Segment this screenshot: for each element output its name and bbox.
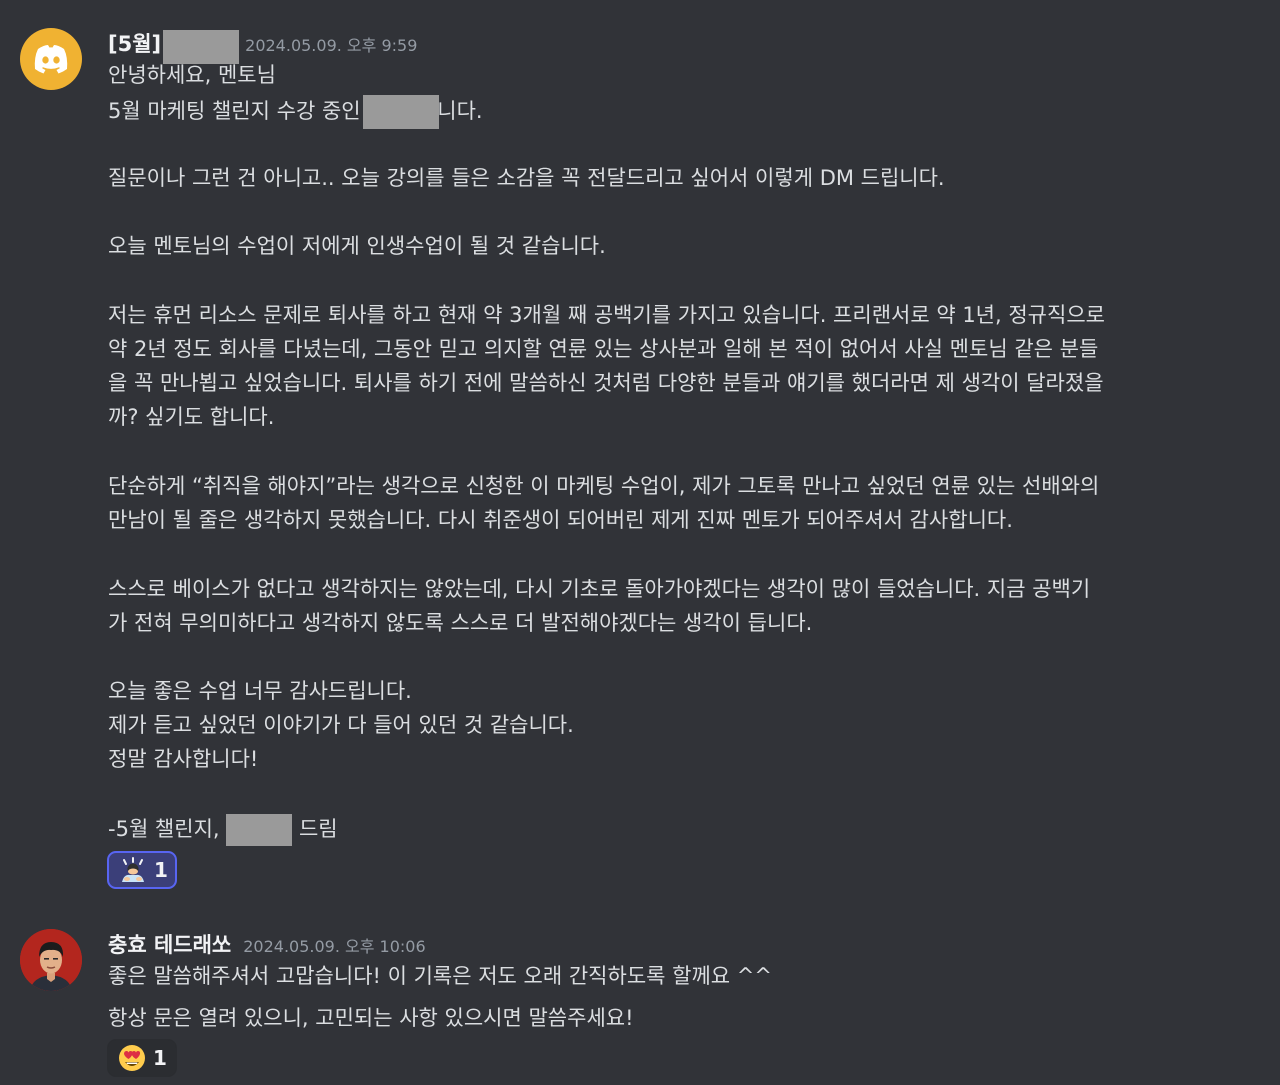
reaction-button[interactable]: 1 (107, 1039, 177, 1077)
message-line: 안녕하세요, 멘토님 (108, 63, 276, 87)
message-line: 단순하게 “취직을 해야지”라는 생각으로 신청한 이 마케팅 수업이, 제가 … (108, 474, 1100, 498)
message-line: 저는 휴먼 리소스 문제로 퇴사를 하고 현재 약 3개월 째 공백기를 가지고… (108, 303, 1105, 327)
heart-eyes-emoji (117, 1043, 147, 1073)
author-avatar[interactable] (20, 28, 82, 90)
message-line: -5월 챌린지, 드림 (108, 814, 338, 846)
reaction-button[interactable]: 1 (107, 851, 177, 889)
message-line: 질문이나 그런 건 아니고.. 오늘 강의를 들은 소감을 꼭 전달드리고 싶어… (108, 166, 945, 190)
author-name[interactable]: [5월] (108, 32, 161, 56)
message-header: [5월] 2024.05.09. 오후 9:59 (108, 28, 417, 64)
message-line: 스스로 베이스가 없다고 생각하지는 않았는데, 다시 기초로 돌아가야겠다는 … (108, 577, 1091, 601)
person-bowing-emoji (118, 855, 148, 885)
message-line: 오늘 멘토님의 수업이 저에게 인생수업이 될 것 같습니다. (108, 234, 606, 258)
message-line: 약 2년 정도 회사를 다녔는데, 그동안 믿고 의지할 연륜 있는 상사분과 … (108, 337, 1099, 361)
redacted-name (226, 814, 293, 846)
message-line: 까? 싶기도 합니다. (108, 405, 275, 429)
message-line: 정말 감사합니다! (108, 747, 259, 771)
discord-logo-icon (34, 45, 68, 74)
redacted-name (163, 29, 240, 64)
redacted-name (363, 95, 440, 129)
message-line: 오늘 좋은 수업 너무 감사드립니다. (108, 679, 412, 703)
message-line: 항상 문은 열려 있으니, 고민되는 사항 있으시면 말씀주세요! (108, 1006, 634, 1030)
message-line: 제가 듣고 싶었던 이야기가 다 들어 있던 것 같습니다. (108, 713, 574, 737)
message-line: 5월 마케팅 챌린지 수강 중인 니다. (108, 95, 483, 129)
user-photo-avatar (20, 929, 82, 991)
message-timestamp[interactable]: 2024.05.09. 오후 10:06 (243, 937, 425, 956)
message-line: 을 꼭 만나뵙고 싶었습니다. 퇴사를 하기 전에 말씀하신 것처럼 다양한 분… (108, 371, 1104, 395)
message-timestamp[interactable]: 2024.05.09. 오후 9:59 (245, 36, 417, 55)
message-line: 만남이 될 줄은 생각하지 못했습니다. 다시 취준생이 되어버린 제게 진짜 … (108, 508, 1013, 532)
message-header: 충효 테드래쏘 2024.05.09. 오후 10:06 (108, 929, 426, 959)
reaction-count: 1 (154, 858, 168, 882)
author-name[interactable]: 충효 테드래쏘 (108, 933, 231, 957)
message-line: 좋은 말씀해주셔서 고맙습니다! 이 기록은 저도 오래 간직하도록 할께요 ^… (108, 964, 772, 988)
message-line: 가 전혀 무의미하다고 생각하지 않도록 스스로 더 발전해야겠다는 생각이 듭… (108, 611, 813, 635)
reaction-count: 1 (153, 1046, 167, 1070)
author-avatar[interactable] (20, 929, 82, 991)
